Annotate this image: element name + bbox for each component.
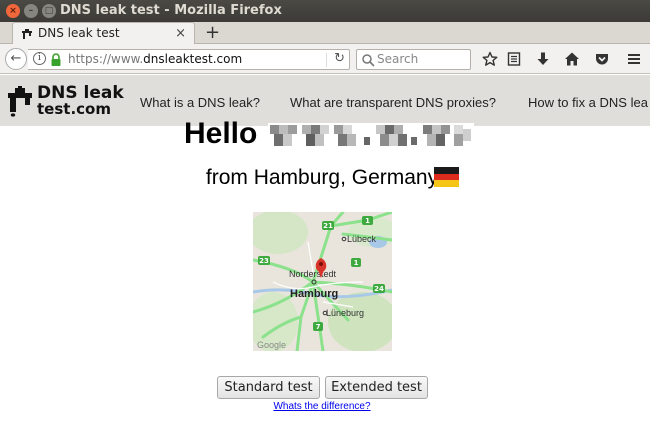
url-text[interactable]: https://www.dnsleaktest.com <box>68 52 242 66</box>
location-map[interactable]: 1 21 23 1 24 7 Lübeck Norderstedt Hambur… <box>253 212 392 351</box>
hello-heading: Hello <box>184 117 258 150</box>
reload-icon[interactable]: ↻ <box>334 51 345 66</box>
menu-icon[interactable] <box>626 51 642 67</box>
map-label-norderstedt: Norderstedt <box>289 269 337 279</box>
site-info-icon[interactable]: i <box>33 52 46 65</box>
difference-link-row: Whats the difference? <box>0 401 650 412</box>
search-bar[interactable]: Search <box>356 49 471 70</box>
google-watermark: Google <box>257 340 286 350</box>
map-label-lubeck: Lübeck <box>347 234 377 244</box>
map-label-hamburg: Hamburg <box>290 288 338 300</box>
url-host: dnsleaktest.com <box>143 52 243 66</box>
location-text: from Hamburg, Germany <box>205 166 439 189</box>
tap-logo-icon[interactable] <box>6 85 34 117</box>
url-divider <box>326 53 327 67</box>
road-badge-21: 21 <box>323 222 333 230</box>
road-badge-23: 23 <box>259 257 269 265</box>
url-bar[interactable]: i https://www.dnsleaktest.com ↻ <box>28 49 350 70</box>
url-scheme: https://www. <box>68 52 144 66</box>
secure-lock-icon[interactable] <box>50 53 62 67</box>
search-icon <box>362 54 375 67</box>
window-close-button[interactable]: × <box>6 4 20 18</box>
tab-label: DNS leak test <box>38 26 120 40</box>
map-label-luneburg: Lüneburg <box>326 308 364 318</box>
search-placeholder: Search <box>377 52 419 66</box>
location-line: from Hamburg, Germany <box>0 166 650 190</box>
window-titlebar: × – □ DNS leak test - Mozilla Firefox <box>0 0 650 22</box>
window-controls: × – □ <box>6 4 56 18</box>
tab-strip: DNS leak test × + <box>0 22 650 45</box>
reading-list-icon[interactable] <box>506 51 522 67</box>
standard-test-button[interactable]: Standard test <box>217 376 320 399</box>
download-icon[interactable] <box>535 51 551 67</box>
window-maximize-button[interactable]: □ <box>42 4 56 18</box>
tap-favicon-icon <box>22 29 32 39</box>
road-badge-1-north: 1 <box>365 217 370 225</box>
navigation-toolbar: ← i https://www.dnsleaktest.com ↻ Search <box>0 44 650 74</box>
tab-close-icon[interactable]: × <box>175 26 186 41</box>
extended-test-button[interactable]: Extended test <box>325 376 428 399</box>
site-header: DNS leak test.com What is a DNS leak? Wh… <box>0 75 650 126</box>
nav-link-how-to-fix[interactable]: How to fix a DNS lea <box>528 95 648 110</box>
road-badge-1-east: 1 <box>354 259 359 267</box>
redacted-ip-address <box>268 123 474 148</box>
road-badge-24: 24 <box>374 285 384 293</box>
tab-dns-leak-test[interactable]: DNS leak test × <box>12 22 195 45</box>
new-tab-button[interactable]: + <box>205 22 220 44</box>
window-minimize-button[interactable]: – <box>24 4 38 18</box>
road-badge-7: 7 <box>316 323 321 331</box>
nav-link-transparent-dns-proxies[interactable]: What are transparent DNS proxies? <box>290 95 496 110</box>
pocket-icon[interactable] <box>594 51 610 67</box>
back-button[interactable]: ← <box>5 48 27 70</box>
bookmark-star-icon[interactable] <box>482 51 498 67</box>
nav-link-what-is-dns-leak[interactable]: What is a DNS leak? <box>140 95 260 110</box>
germany-flag-icon <box>434 167 459 187</box>
site-logo-line2[interactable]: test.com <box>37 100 111 118</box>
window-title: DNS leak test - Mozilla Firefox <box>60 3 282 18</box>
whats-the-difference-link[interactable]: Whats the difference? <box>273 401 370 412</box>
home-icon[interactable] <box>564 51 580 67</box>
